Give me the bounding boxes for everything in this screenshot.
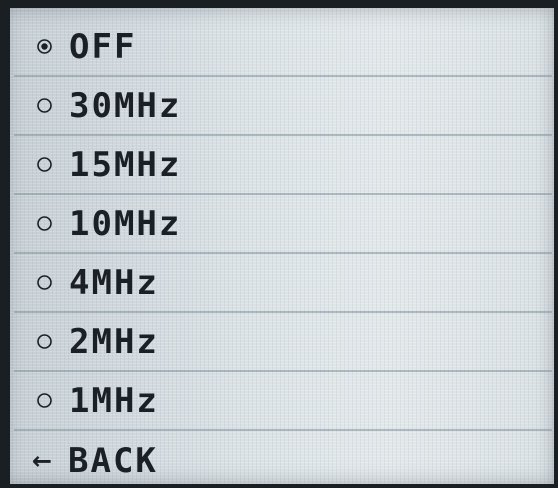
menu-item-label: OFF <box>69 26 137 67</box>
menu-item-30mhz[interactable]: 30MHz <box>14 77 552 136</box>
radio-selected-icon <box>36 38 53 55</box>
back-label: BACK <box>68 440 158 481</box>
menu-item-4mhz[interactable]: 4MHz <box>14 254 552 313</box>
radio-unselected-icon <box>36 333 53 350</box>
menu-item-label: 4MHz <box>69 262 159 303</box>
menu-item-15mhz[interactable]: 15MHz <box>14 136 552 195</box>
menu-item-label: 15MHz <box>69 144 182 185</box>
menu-item-label: 10MHz <box>69 203 182 244</box>
menu-item-label: 2MHz <box>69 321 159 362</box>
menu-item-2mhz[interactable]: 2MHz <box>14 313 552 372</box>
radio-unselected-icon <box>36 156 53 173</box>
menu-item-off[interactable]: OFF <box>14 18 552 77</box>
left-arrow-icon: ← <box>32 446 53 475</box>
back-button[interactable]: ← BACK <box>14 431 552 484</box>
radio-unselected-icon <box>36 274 53 291</box>
menu-item-10mhz[interactable]: 10MHz <box>14 195 552 254</box>
menu-item-label: 1MHz <box>69 380 159 421</box>
lcd-screen: OFF 30MHz 15MHz 10MHz 4MHz 2MHz 1MHz ← B… <box>4 8 554 484</box>
frequency-menu: OFF 30MHz 15MHz 10MHz 4MHz 2MHz 1MHz ← B… <box>14 18 552 484</box>
menu-item-1mhz[interactable]: 1MHz <box>14 372 552 431</box>
radio-unselected-icon <box>36 392 53 409</box>
radio-unselected-icon <box>36 97 53 114</box>
device-bezel <box>0 0 10 488</box>
menu-item-label: 30MHz <box>69 85 182 126</box>
radio-unselected-icon <box>36 215 53 232</box>
